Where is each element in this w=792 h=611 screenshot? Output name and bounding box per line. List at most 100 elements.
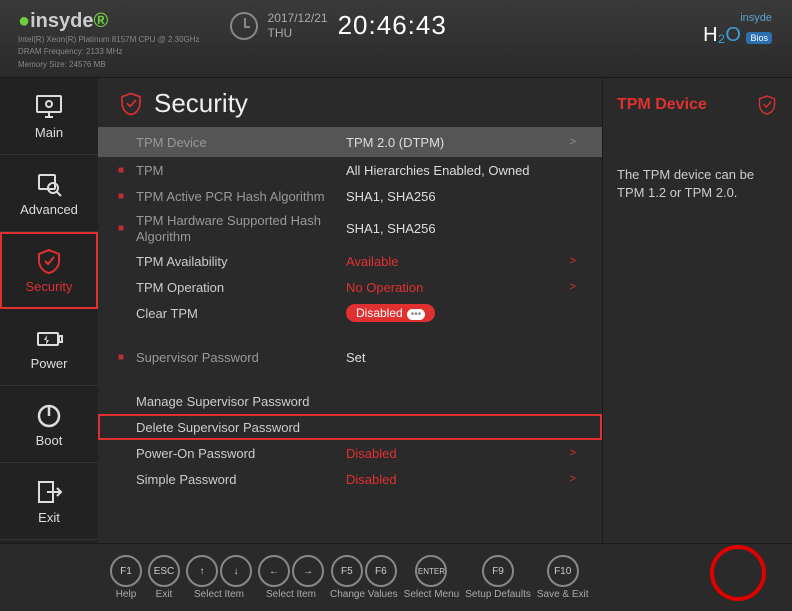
- clock-area: 2017/12/21 THU 20:46:43: [230, 10, 447, 41]
- shield-icon: [33, 247, 65, 275]
- nav-boot[interactable]: Boot: [0, 386, 98, 463]
- nav-main-label: Main: [35, 125, 63, 140]
- row-manage-supervisor-password[interactable]: Manage Supervisor Password: [98, 388, 602, 414]
- exit-icon: [33, 478, 65, 506]
- chevron-right-icon: >: [570, 473, 576, 485]
- clear-tpm-pill: Disabled•••: [346, 304, 435, 322]
- row-tpm-pcr: ■ TPM Active PCR Hash Algorithm SHA1, SH…: [98, 183, 602, 209]
- tpm-value: All Hierarchies Enabled, Owned: [346, 163, 582, 178]
- fkey-f9-group: F9 Setup Defaults: [465, 555, 531, 600]
- tpm-label: TPM: [136, 163, 346, 178]
- row-clear-tpm[interactable]: Clear TPM Disabled•••: [98, 300, 602, 326]
- page-title: Security: [98, 78, 602, 127]
- fkey-updown-group: ↑ ↓ Select Item: [186, 555, 252, 600]
- tpm-pcr-label: TPM Active PCR Hash Algorithm: [136, 189, 346, 204]
- nav-advanced[interactable]: Advanced: [0, 155, 98, 232]
- battery-icon: [33, 324, 65, 352]
- row-tpm-hw: ■ TPM Hardware Supported Hash Algorithm …: [98, 209, 602, 248]
- chevron-right-icon: >: [570, 447, 576, 459]
- clock-icon: [230, 12, 258, 40]
- tpm-avail-label: TPM Availability: [136, 254, 346, 269]
- info-title: TPM Device: [617, 94, 778, 116]
- cpu-info: Intel(R) Xeon(R) Platinum 8157M CPU @ 2.…: [18, 35, 200, 45]
- nav-exit[interactable]: Exit: [0, 463, 98, 540]
- f5-key[interactable]: F5: [331, 555, 363, 587]
- selectitem1-label: Select Item: [194, 589, 244, 600]
- tpm-device-value: TPM 2.0 (DTPM): [346, 135, 570, 150]
- time-text: 20:46:43: [338, 10, 447, 41]
- fkey-leftright-group: ← → Select Item: [258, 555, 324, 600]
- supervisor-pw-value: Set: [346, 350, 582, 365]
- fkey-enter-group: ENTER Select Menu: [404, 555, 460, 600]
- nav-exit-label: Exit: [38, 510, 60, 525]
- setupdefaults-label: Setup Defaults: [465, 589, 531, 600]
- brand-right-top: insyde: [703, 12, 772, 24]
- f6-key[interactable]: F6: [365, 555, 397, 587]
- tpm-hw-value: SHA1, SHA256: [346, 221, 582, 236]
- brand-right: insyde H₂O Bios: [703, 12, 772, 47]
- tpm-pcr-value: SHA1, SHA256: [346, 189, 582, 204]
- row-supervisor-password: ■ Supervisor Password Set: [98, 344, 602, 370]
- row-delete-supervisor-password[interactable]: Delete Supervisor Password: [98, 414, 602, 440]
- tpm-device-label: TPM Device: [136, 135, 346, 150]
- selectitem2-label: Select Item: [266, 589, 316, 600]
- chevron-right-icon: >: [570, 255, 576, 267]
- simple-pw-value: Disabled: [346, 472, 570, 487]
- esc-label: Exit: [156, 589, 173, 600]
- tpm-op-label: TPM Operation: [136, 280, 346, 295]
- day-text: THU: [268, 26, 328, 40]
- header-bar: ●insyde® Intel(R) Xeon(R) Platinum 8157M…: [0, 0, 792, 78]
- f9-key[interactable]: F9: [482, 555, 514, 587]
- monitor-icon: [33, 93, 65, 121]
- info-panel: TPM Device The TPM device can be TPM 1.2…: [602, 78, 792, 543]
- dram-info: DRAM Frequency: 2133 MHz: [18, 47, 200, 57]
- shield-icon: [118, 91, 144, 117]
- tpm-hw-label: TPM Hardware Supported Hash Algorithm: [136, 213, 346, 244]
- nav-advanced-label: Advanced: [20, 202, 78, 217]
- nav-power-label: Power: [31, 356, 68, 371]
- f1-key[interactable]: F1: [110, 555, 142, 587]
- delete-pw-label: Delete Supervisor Password: [136, 420, 300, 435]
- simple-pw-label: Simple Password: [136, 472, 346, 487]
- row-tpm-device[interactable]: TPM Device TPM 2.0 (DTPM) >: [98, 127, 602, 157]
- tpm-op-value: No Operation: [346, 280, 570, 295]
- nav-security[interactable]: Security: [0, 232, 98, 309]
- row-tpm-operation[interactable]: TPM Operation No Operation >: [98, 274, 602, 300]
- poweron-pw-label: Power-On Password: [136, 446, 346, 461]
- row-poweron-password[interactable]: Power-On Password Disabled >: [98, 440, 602, 466]
- arrow-down-key[interactable]: ↓: [220, 555, 252, 587]
- arrow-left-key[interactable]: ←: [258, 555, 290, 587]
- supervisor-pw-label: Supervisor Password: [136, 350, 346, 365]
- nav-main[interactable]: Main: [0, 78, 98, 155]
- f10-key[interactable]: F10: [547, 555, 579, 587]
- tpm-avail-value: Available: [346, 254, 570, 269]
- nav-power[interactable]: Power: [0, 309, 98, 386]
- row-tpm-availability[interactable]: TPM Availability Available >: [98, 248, 602, 274]
- f1-label: Help: [116, 589, 137, 600]
- changevalues-label: Change Values: [330, 589, 398, 600]
- nav-boot-label: Boot: [36, 433, 63, 448]
- fkey-f10-group: F10 Save & Exit: [537, 555, 589, 600]
- info-description: The TPM device can be TPM 1.2 or TPM 2.0…: [617, 166, 778, 202]
- poweron-pw-value: Disabled: [346, 446, 570, 461]
- clear-tpm-label: Clear TPM: [136, 306, 346, 321]
- logo-area: ●insyde® Intel(R) Xeon(R) Platinum 8157M…: [18, 10, 200, 70]
- chevron-right-icon: >: [570, 136, 576, 148]
- nav-security-label: Security: [26, 279, 73, 294]
- bios-badge: Bios: [746, 32, 772, 44]
- arrow-right-key[interactable]: →: [292, 555, 324, 587]
- selectmenu-label: Select Menu: [404, 589, 460, 600]
- saveexit-label: Save & Exit: [537, 589, 589, 600]
- sidebar: Main Advanced Security Power Boot Exit: [0, 78, 98, 543]
- fkey-f1-group: F1 Help: [110, 555, 142, 600]
- footer-bar: F1 Help ESC Exit ↑ ↓ Select Item ← → Sel…: [0, 543, 792, 611]
- manage-pw-label: Manage Supervisor Password: [136, 394, 309, 409]
- chevron-right-icon: >: [570, 281, 576, 293]
- fkey-esc-group: ESC Exit: [148, 555, 180, 600]
- esc-key[interactable]: ESC: [148, 555, 180, 587]
- enter-key[interactable]: ENTER: [415, 555, 447, 587]
- arrow-up-key[interactable]: ↑: [186, 555, 218, 587]
- fkey-f5f6-group: F5 F6 Change Values: [330, 555, 398, 600]
- row-simple-password[interactable]: Simple Password Disabled >: [98, 466, 602, 492]
- shield-icon: [756, 94, 778, 116]
